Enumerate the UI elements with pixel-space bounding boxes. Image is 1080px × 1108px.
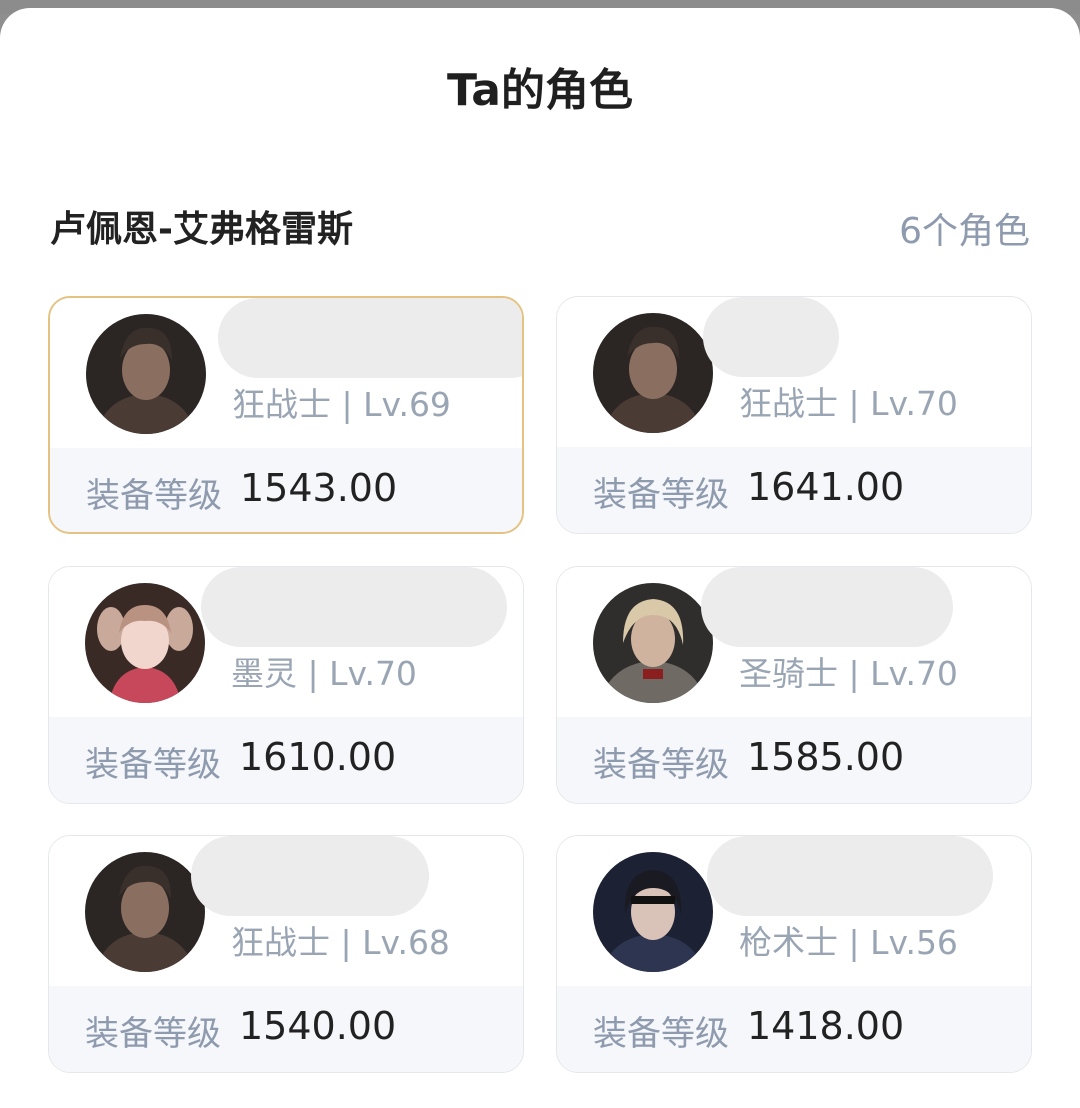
card-header: 狂战士 | Lv.69	[50, 298, 522, 448]
equip-level-value: 1543.00	[240, 466, 398, 510]
class-level: 狂战士 | Lv.68	[231, 923, 450, 962]
server-name: 卢佩恩-艾弗格雷斯	[50, 209, 353, 250]
card-footer: 装备等级 1641.00	[557, 447, 1031, 533]
sheet-title: Ta的角色	[446, 65, 634, 116]
card-header: 墨灵 | Lv.70	[49, 567, 523, 717]
equip-level-label: 装备等级	[593, 1014, 729, 1054]
lancer-avatar	[593, 852, 713, 972]
equip-level-value: 1540.00	[239, 1004, 397, 1048]
character-sheet: Ta的角色 卢佩恩-艾弗格雷斯 6个角色 狂战士 | Lv.69 装备等级 15…	[0, 8, 1080, 1108]
equip-level-label: 装备等级	[85, 1014, 221, 1054]
berserker-avatar	[86, 314, 206, 434]
character-name-blurred	[707, 836, 993, 916]
equip-level-label: 装备等级	[85, 745, 221, 785]
character-card[interactable]: 墨灵 | Lv.70 装备等级 1610.00	[48, 566, 524, 804]
card-footer: 装备等级 1543.00	[50, 448, 522, 532]
card-footer: 装备等级 1418.00	[557, 986, 1031, 1072]
class-level: 狂战士 | Lv.70	[739, 384, 958, 423]
character-card[interactable]: 枪术士 | Lv.56 装备等级 1418.00	[556, 835, 1032, 1073]
artist-avatar	[85, 583, 205, 703]
berserker-avatar	[85, 852, 205, 972]
character-card[interactable]: 狂战士 | Lv.68 装备等级 1540.00	[48, 835, 524, 1073]
equip-level-value: 1610.00	[239, 735, 397, 779]
character-card[interactable]: 狂战士 | Lv.70 装备等级 1641.00	[556, 296, 1032, 534]
equip-level-label: 装备等级	[593, 745, 729, 785]
equip-level-value: 1641.00	[747, 465, 905, 509]
card-footer: 装备等级 1540.00	[49, 986, 523, 1072]
card-header: 枪术士 | Lv.56	[557, 836, 1031, 986]
berserker-avatar	[593, 313, 713, 433]
card-header: 狂战士 | Lv.68	[49, 836, 523, 986]
character-name-blurred	[703, 297, 839, 377]
paladin-avatar	[593, 583, 713, 703]
character-name-blurred	[201, 567, 507, 647]
equip-level-label: 装备等级	[86, 476, 222, 516]
character-card[interactable]: 狂战士 | Lv.69 装备等级 1543.00	[48, 296, 524, 534]
character-count: 6个角色	[899, 211, 1030, 252]
card-header: 圣骑士 | Lv.70	[557, 567, 1031, 717]
character-name-blurred	[701, 567, 953, 647]
card-header: 狂战士 | Lv.70	[557, 297, 1031, 447]
class-level: 枪术士 | Lv.56	[739, 923, 958, 962]
class-level: 狂战士 | Lv.69	[232, 385, 451, 424]
character-card[interactable]: 圣骑士 | Lv.70 装备等级 1585.00	[556, 566, 1032, 804]
character-name-blurred	[191, 836, 429, 916]
class-level: 墨灵 | Lv.70	[231, 654, 417, 693]
equip-level-label: 装备等级	[593, 475, 729, 515]
class-level: 圣骑士 | Lv.70	[739, 654, 958, 693]
equip-level-value: 1418.00	[747, 1004, 905, 1048]
card-footer: 装备等级 1610.00	[49, 717, 523, 803]
equip-level-value: 1585.00	[747, 735, 905, 779]
character-name-blurred	[218, 298, 522, 378]
card-footer: 装备等级 1585.00	[557, 717, 1031, 803]
